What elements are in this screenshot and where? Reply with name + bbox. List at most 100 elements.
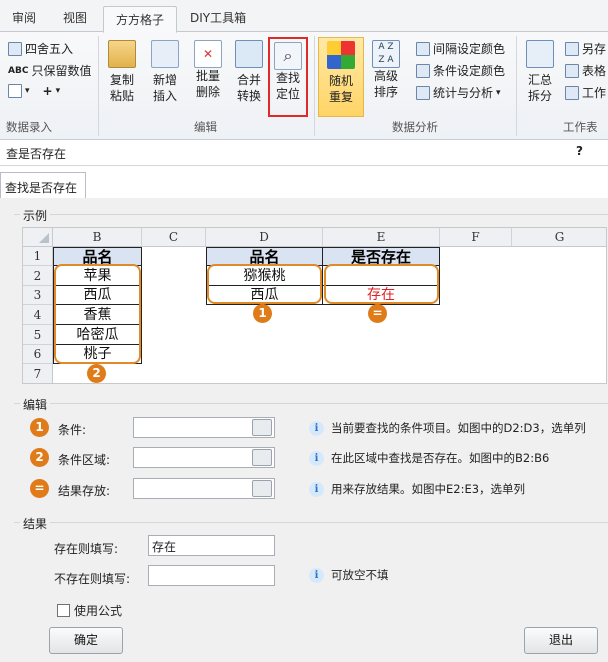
notexist-input[interactable]: [148, 565, 275, 586]
notexist-hint: 可放空不填: [331, 568, 389, 582]
sort-az-icon: A ZZ A: [372, 40, 400, 68]
copy-paste-button[interactable]: 复制 粘贴: [102, 40, 142, 104]
insert-icon: [151, 40, 179, 68]
saveas-label: 另存: [582, 42, 607, 56]
clipboard-icon: [108, 40, 136, 68]
ok-button[interactable]: 确定: [49, 627, 123, 654]
summary-split-label: 汇总 拆分: [527, 73, 552, 103]
col-header-f: F: [440, 228, 512, 247]
info-icon: i: [309, 568, 324, 583]
condition-range-hint: 在此区域中查找是否存在。如图中的B2:B6: [331, 451, 550, 465]
merge-convert-button[interactable]: 合并 转换: [230, 40, 268, 104]
row-header: 7: [23, 364, 53, 383]
info-icon: i: [309, 421, 324, 436]
batch-delete-label: 批量 删除: [195, 69, 220, 99]
select-all-corner: [23, 228, 53, 247]
random-repeat-label: 随机 重复: [328, 74, 353, 104]
badge-2-icon: 2: [87, 364, 106, 383]
info-icon: i: [309, 451, 324, 466]
row-header: 1: [23, 247, 53, 266]
table-label: 表格: [582, 64, 607, 78]
find-locate-label: 查找 定位: [275, 71, 300, 101]
group-label-edit: 编辑: [194, 120, 217, 134]
tab-review[interactable]: 审阅: [12, 9, 36, 26]
exist-label: 存在则填写:: [54, 542, 119, 556]
cond-color-icon: [416, 63, 430, 78]
work-icon: [565, 85, 579, 100]
round-label: 四舍五入: [25, 42, 74, 56]
row-header: 4: [23, 305, 53, 325]
tab-strip: [0, 166, 608, 198]
tab-fangfang[interactable]: 方方格子: [103, 6, 178, 33]
condition-label: 条件:: [58, 423, 87, 437]
random-repeat-button[interactable]: 随机 重复: [318, 37, 364, 117]
tab-view[interactable]: 视图: [63, 9, 87, 26]
row-header: 3: [23, 286, 53, 305]
alt-color-button[interactable]: 间隔设定颜色: [416, 40, 505, 57]
range-picker-icon[interactable]: [252, 480, 272, 497]
result-section-title: 结果: [20, 515, 51, 532]
merge-convert-label: 合并 转换: [236, 73, 261, 103]
copy-paste-label: 复制 粘贴: [109, 73, 134, 103]
divider: [14, 522, 608, 523]
save-icon: [565, 41, 579, 56]
dialog-titlebar: 查是否存在 ?: [0, 140, 608, 166]
tab-diy-toolbox[interactable]: DIY工具箱: [190, 9, 246, 26]
col-header-b: B: [53, 228, 142, 247]
keep-values-button[interactable]: ABC 只保留数值: [8, 62, 91, 79]
tab-find-exists[interactable]: 查找是否存在: [0, 172, 86, 198]
divider: [314, 36, 315, 136]
round-button[interactable]: 四舍五入: [8, 40, 73, 57]
result-store-label: 结果存放:: [58, 484, 111, 498]
highlight-condition: [207, 264, 322, 304]
work-label: 工作: [582, 86, 607, 100]
range-picker-icon[interactable]: [252, 419, 272, 436]
edit-section-title: 编辑: [20, 396, 51, 413]
use-formula-checkbox[interactable]: [57, 604, 70, 617]
ribbon: 审阅 视图 方方格子 DIY工具箱 四舍五入 ABC 只保留数值 ▾ + ▾ 数据录入…: [0, 0, 608, 140]
divider: [14, 403, 608, 404]
keep-values-label: 只保留数值: [31, 64, 92, 78]
edit-mini-button[interactable]: ▾ + ▾: [8, 84, 60, 98]
delete-icon: ✕: [194, 40, 222, 68]
edit-icon: [8, 84, 22, 98]
find-locate-button[interactable]: ⌕ 查找 定位: [268, 37, 308, 117]
exit-button[interactable]: 退出: [524, 627, 598, 654]
random-icon: [327, 41, 355, 69]
batch-delete-button[interactable]: ✕ 批量 删除: [188, 40, 228, 100]
exist-input[interactable]: 存在: [148, 535, 275, 556]
alt-color-icon: [416, 41, 430, 56]
condition-hint: 当前要查找的条件项目。如图中的D2:D3，选单列: [331, 421, 586, 435]
insert-label: 新增 插入: [152, 73, 177, 103]
stats-icon: [416, 85, 430, 100]
summary-icon: [526, 40, 554, 68]
use-formula-label: 使用公式: [74, 604, 123, 618]
table-button[interactable]: 表格: [565, 62, 606, 79]
range-picker-icon[interactable]: [252, 449, 272, 466]
cond-color-button[interactable]: 条件设定颜色: [416, 62, 505, 79]
condition-range-label: 条件区域:: [58, 453, 111, 467]
col-header-g: G: [512, 228, 606, 247]
summary-split-button[interactable]: 汇总 拆分: [520, 40, 560, 104]
col-header-d: D: [206, 228, 323, 247]
info-icon: i: [309, 482, 324, 497]
highlight-result: [324, 264, 439, 304]
work-button[interactable]: 工作: [565, 84, 606, 101]
stats-button[interactable]: 统计与分析 ▾: [416, 84, 501, 101]
insert-button[interactable]: 新增 插入: [144, 40, 186, 104]
row-header: 6: [23, 345, 53, 364]
help-button[interactable]: ?: [576, 144, 583, 158]
badge-1-icon: 1: [253, 304, 272, 323]
col-header-c: C: [142, 228, 206, 247]
group-label-analysis: 数据分析: [392, 120, 438, 134]
round-icon: [8, 41, 22, 56]
group-label-data-entry: 数据录入: [6, 120, 52, 134]
divider: [516, 36, 517, 136]
field-badge-1-icon: 1: [30, 418, 49, 437]
tab-find-exists-label: 查找是否存在: [5, 181, 78, 195]
alt-color-label: 间隔设定颜色: [433, 42, 506, 56]
magnifier-icon: ⌕: [274, 42, 302, 70]
advanced-sort-button[interactable]: A ZZ A 高级 排序: [366, 40, 406, 100]
saveas-button[interactable]: 另存: [565, 40, 606, 57]
abc-icon: ABC: [8, 65, 29, 76]
